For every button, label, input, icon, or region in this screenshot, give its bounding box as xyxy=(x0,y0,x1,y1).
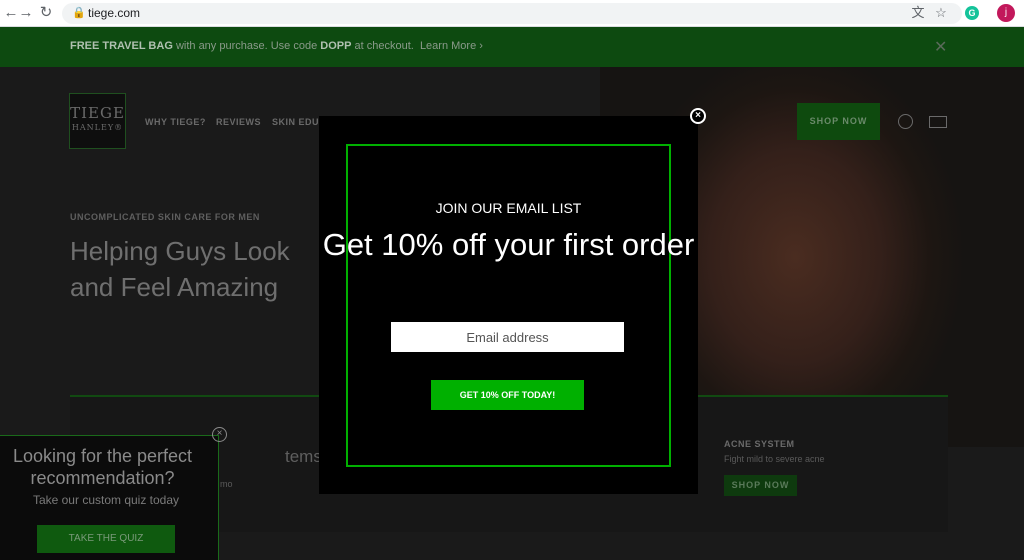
learn-more-link[interactable]: Learn More › xyxy=(420,40,483,52)
take-the-quiz-button[interactable]: TAKE THE QUIZ xyxy=(37,525,175,553)
quiz-title: Looking for the perfect recommendation? xyxy=(12,446,193,488)
url-text[interactable]: tiege.com xyxy=(88,6,140,20)
cart-box-icon[interactable] xyxy=(929,116,947,128)
modal-close-icon[interactable]: × xyxy=(690,108,706,124)
promo-close-icon[interactable]: ✕ xyxy=(934,37,947,57)
logo-line1: TIEGE xyxy=(70,104,125,122)
reload-icon[interactable]: ↻ xyxy=(37,4,55,22)
page: ← → ↻ 🔒 tiege.com 文 ☆ G j FREE TRAVEL BA… xyxy=(0,0,1024,560)
browser-toolbar: ← → ↻ 🔒 tiege.com 文 ☆ G j xyxy=(0,0,1024,27)
card-title-partial: tems xyxy=(285,447,322,466)
get-discount-button[interactable]: GET 10% OFF TODAY! xyxy=(431,380,584,410)
logo-line2: HANLEY® xyxy=(71,123,124,132)
quiz-close-icon[interactable]: × xyxy=(212,427,227,442)
forward-icon[interactable]: → xyxy=(17,4,35,22)
promo-banner: FREE TRAVEL BAG with any purchase. Use c… xyxy=(0,27,1024,67)
promo-bold: FREE TRAVEL BAG xyxy=(70,40,173,52)
quiz-subtitle: Take our custom quiz today xyxy=(32,493,180,507)
modal-headline: Get 10% off your first order xyxy=(322,227,695,262)
promo-text-1: with any purchase. Use code xyxy=(172,40,321,52)
address-bar[interactable]: 🔒 tiege.com xyxy=(62,3,962,24)
quiz-widget: Looking for the perfect recommendation? … xyxy=(0,435,219,560)
modal-eyebrow: JOIN OUR EMAIL LIST xyxy=(435,200,582,216)
modal-border xyxy=(346,144,671,467)
promo-code: DOPP xyxy=(320,40,352,52)
hero-eyebrow: UNCOMPLICATED SKIN CARE FOR MEN xyxy=(70,212,260,222)
star-icon[interactable]: ☆ xyxy=(933,5,949,21)
nav-why-tiege[interactable]: WHY TIEGE? xyxy=(145,117,206,127)
acne-shop-now-button[interactable]: SHOP NOW xyxy=(724,475,797,496)
nav-reviews[interactable]: REVIEWS xyxy=(216,117,261,127)
user-icon[interactable] xyxy=(898,114,913,129)
nav-skin-edu[interactable]: SKIN EDU xyxy=(272,117,319,127)
promo-text-2: at checkout. xyxy=(351,40,414,52)
profile-avatar[interactable]: j xyxy=(997,4,1015,22)
email-input[interactable] xyxy=(391,322,624,352)
shop-now-button[interactable]: SHOP NOW xyxy=(797,103,880,140)
site-logo[interactable]: TIEGE HANLEY® xyxy=(69,93,126,149)
hero-title: Helping Guys Look and Feel Amazing xyxy=(70,236,290,302)
lock-icon: 🔒 xyxy=(72,7,86,19)
promo-text: FREE TRAVEL BAG with any purchase. Use c… xyxy=(70,40,483,52)
acne-system-subtitle: Fight mild to severe acne xyxy=(724,454,825,464)
email-signup-modal: JOIN OUR EMAIL LIST Get 10% off your fir… xyxy=(319,116,698,494)
acne-system-title: ACNE SYSTEM xyxy=(724,439,795,449)
card-sub-partial: mo xyxy=(220,479,233,489)
translate-icon[interactable]: 文 xyxy=(910,5,926,21)
grammarly-icon[interactable]: G xyxy=(965,6,979,20)
